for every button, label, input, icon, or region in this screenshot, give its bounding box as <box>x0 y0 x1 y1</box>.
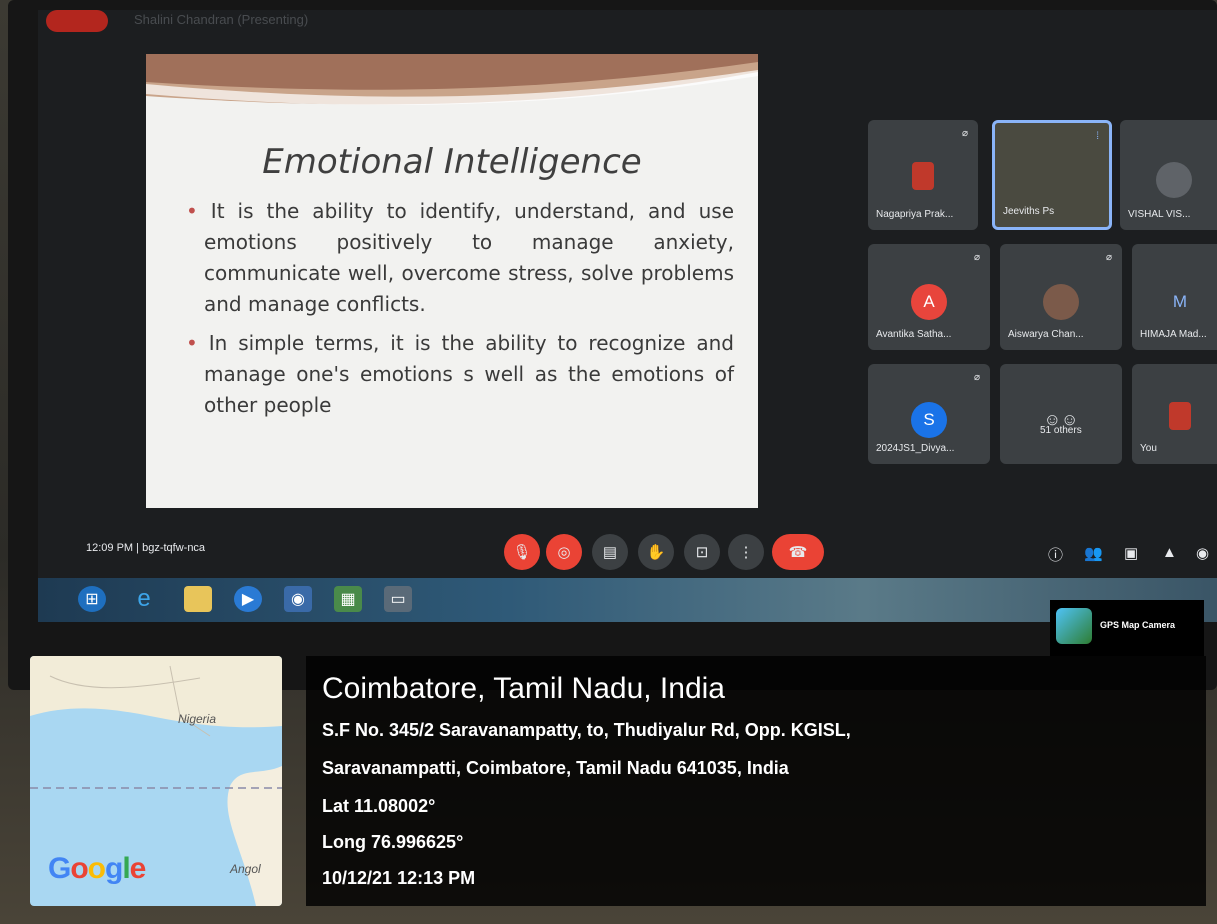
participant-tile[interactable]: S ⌀ 2024JS1_Divya... <box>868 364 990 464</box>
slide-bullet: In simple terms, it is the ability to re… <box>186 328 734 421</box>
monitor-bezel: Shalini Chandran (Presenting) Emotional … <box>8 0 1217 690</box>
windows-taskbar: ⊞ e ▶ ◉ ▦ ▭ <box>38 578 1217 622</box>
self-name: You <box>1140 443 1157 454</box>
file-explorer-icon[interactable] <box>184 586 212 612</box>
mic-off-icon[interactable]: 🎙 <box>504 534 540 570</box>
activities-icon[interactable]: ▲ <box>1162 544 1177 561</box>
gps-app-name: GPS Map Camera <box>1100 620 1176 630</box>
participant-name: Jeeviths Ps <box>1003 206 1055 217</box>
mic-muted-icon: ⌀ <box>1105 252 1112 263</box>
meeting-time-code: 12:09 PM | bgz-tqfw-nca <box>86 542 205 554</box>
participant-tile[interactable]: M HIMAJA Mad... <box>1132 244 1217 350</box>
date-time: 10/12/21 12:13 PM <box>322 868 476 888</box>
latitude: Lat 11.08002° <box>322 796 436 816</box>
internet-explorer-icon[interactable]: e <box>130 585 158 612</box>
gps-map-camera-badge: GPS Map Camera <box>1050 600 1204 656</box>
meeting-time: 12:09 PM <box>86 542 134 554</box>
start-button-icon[interactable]: ⊞ <box>78 586 106 612</box>
participant-name: 2024JS1_Divya... <box>876 443 955 454</box>
people-icon[interactable]: 👥 <box>1084 544 1103 562</box>
longitude: Long 76.996625° <box>322 832 464 852</box>
media-player-icon[interactable]: ▶ <box>234 586 262 612</box>
google-logo: Google <box>48 852 146 885</box>
participant-avatar <box>1043 284 1079 321</box>
others-tile[interactable]: ☺☺ 51 others <box>1000 364 1122 464</box>
presenting-label: Shalini Chandran (Presenting) <box>134 12 309 27</box>
slide-bullet: It is the ability to identify, understan… <box>186 196 734 320</box>
meet-call-bar: 12:09 PM | bgz-tqfw-nca 🎙 ◎ ▤ ✋ ⊡ ⋮ ☎ ⓘ … <box>38 520 1217 580</box>
participant-tile[interactable]: A ⌀ Avantika Satha... <box>868 244 990 350</box>
audio-wave-icon: ⁞ <box>1096 131 1099 142</box>
chrome-icon[interactable]: ◉ <box>284 586 312 612</box>
participant-avatar: M <box>1172 292 1188 312</box>
map-label-angola: Angol <box>230 862 261 876</box>
camera-off-icon[interactable]: ◎ <box>546 534 582 570</box>
meet-top-bar: Shalini Chandran (Presenting) <box>38 10 1217 44</box>
participant-name: VISHAL VIS... <box>1128 209 1191 220</box>
participant-name: Nagapriya Prak... <box>876 209 954 220</box>
recording-indicator <box>46 10 108 32</box>
location-map: Nigeria Angol Google <box>30 656 282 906</box>
self-avatar <box>1169 402 1191 430</box>
participant-grid: ⌀ Nagapriya Prak... ⁞ Jeeviths Ps VISHAL… <box>868 120 1217 465</box>
participant-name: Aiswarya Chan... <box>1008 329 1084 340</box>
address-line-1: S.F No. 345/2 Saravanampatty, to, Thudiy… <box>322 720 851 740</box>
meet-screen: Shalini Chandran (Presenting) Emotional … <box>38 10 1217 598</box>
presentation-slide: Emotional Intelligence It is the ability… <box>146 54 758 508</box>
mic-muted-icon: ⌀ <box>961 128 968 139</box>
info-icon[interactable]: ⓘ <box>1048 544 1063 565</box>
chat-icon[interactable]: ▣ <box>1124 544 1138 562</box>
more-vert-icon[interactable]: ⋮ <box>728 534 764 570</box>
end-call-icon[interactable]: ☎ <box>772 534 824 570</box>
present-icon[interactable]: ⊡ <box>684 534 720 570</box>
mic-muted-icon: ⌀ <box>973 372 980 383</box>
map-label-nigeria: Nigeria <box>178 712 217 726</box>
slide-header-wave <box>146 54 758 106</box>
taskbar-app-icon[interactable]: ▭ <box>384 586 412 612</box>
slide-bullet-list: It is the ability to identify, understan… <box>186 196 734 429</box>
participant-name: Avantika Satha... <box>876 329 952 340</box>
participant-avatar: S <box>911 402 947 438</box>
meeting-code: bgz-tqfw-nca <box>142 542 206 554</box>
participant-avatar <box>912 161 934 190</box>
participant-tile[interactable]: ⌀ Aiswarya Chan... <box>1000 244 1122 350</box>
participant-avatar: A <box>911 284 947 321</box>
mic-muted-icon: ⌀ <box>973 252 980 263</box>
self-tile[interactable]: You <box>1132 364 1217 464</box>
participant-tile[interactable]: VISHAL VIS... <box>1120 120 1217 230</box>
address-line-2: Saravanampatti, Coimbatore, Tamil Nadu 6… <box>322 758 789 778</box>
participant-avatar <box>1156 161 1192 198</box>
others-count: 51 others <box>1040 425 1082 436</box>
captions-icon[interactable]: ▤ <box>592 534 628 570</box>
participant-tile-speaking[interactable]: ⁞ Jeeviths Ps <box>992 120 1112 230</box>
spreadsheet-app-icon[interactable]: ▦ <box>334 586 362 612</box>
participant-tile[interactable]: ⌀ Nagapriya Prak... <box>868 120 978 230</box>
location-city: Coimbatore, Tamil Nadu, India <box>322 672 725 705</box>
lock-icon[interactable]: ◉ <box>1196 544 1209 562</box>
gps-map-camera-logo-icon <box>1056 608 1092 644</box>
slide-title: Emotional Intelligence <box>262 142 642 182</box>
raise-hand-icon[interactable]: ✋ <box>638 534 674 570</box>
participant-name: HIMAJA Mad... <box>1140 329 1207 340</box>
location-info-panel: Coimbatore, Tamil Nadu, India S.F No. 34… <box>306 656 1206 906</box>
